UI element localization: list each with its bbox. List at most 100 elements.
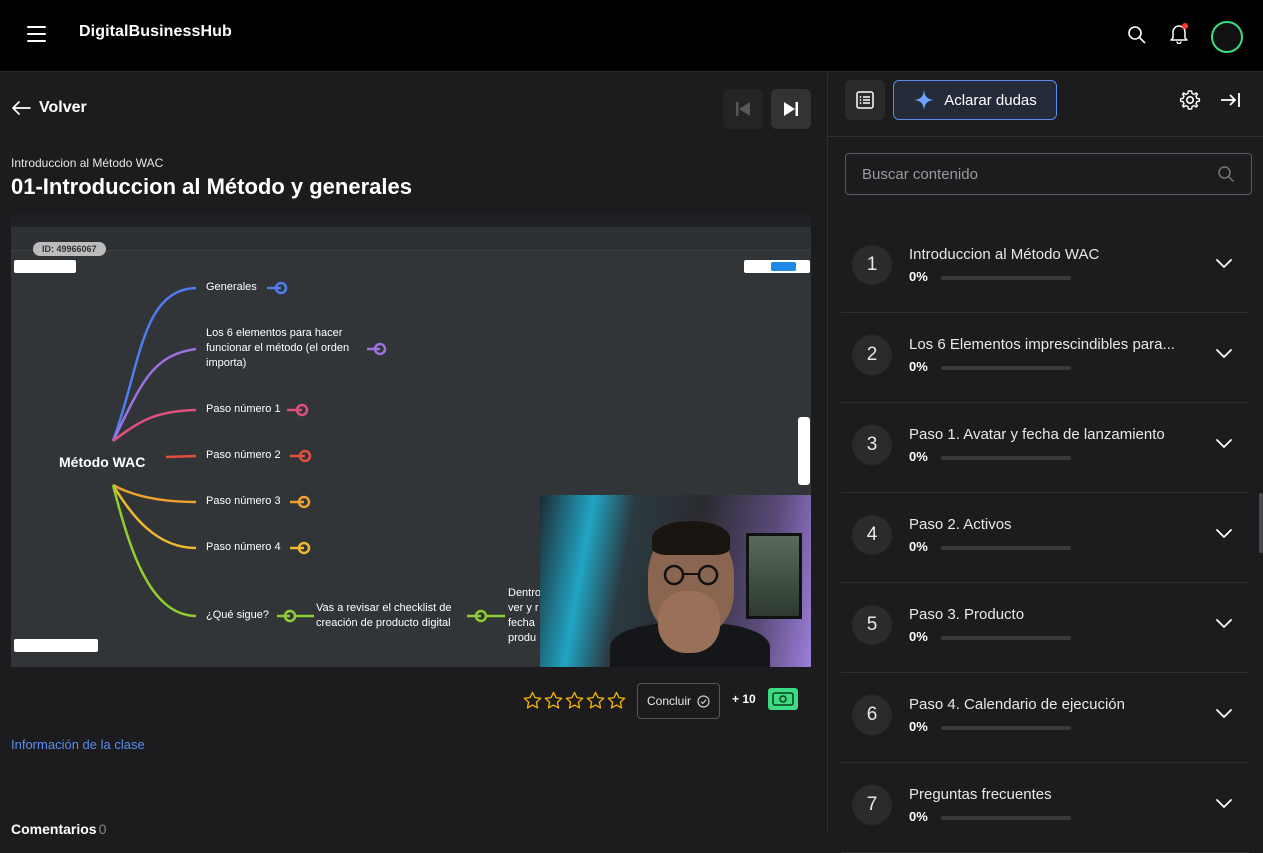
video-player[interactable]: ID: 49966067 Método WAC Generales Los 6 … [11,215,811,667]
chevron-down-icon[interactable] [1214,707,1234,721]
module-title: Paso 1. Avatar y fecha de lanzamiento [909,426,1165,443]
module-progress-label: 0% [909,269,928,284]
mindmap-node: ¿Qué sigue? [206,609,269,621]
comments-count: 0 [98,821,107,837]
module-progress-bar [941,636,1071,640]
mindmap-grandchild-node: Dentro ver y r fecha produ [508,587,540,644]
module-item[interactable]: 7 Preguntas frecuentes 0% [841,763,1249,853]
next-lesson-button[interactable] [771,89,811,129]
comments-heading: Comentarios 0 [11,821,106,837]
star-icon[interactable] [586,691,605,710]
ticket-icon [768,688,798,710]
star-icon[interactable] [565,691,584,710]
mindmap-node: Paso número 4 [206,541,281,553]
course-sidebar: Aclarar dudas 1 Introduccion al Método WA… [827,73,1263,853]
chevron-down-icon[interactable] [1214,617,1234,631]
module-item[interactable]: 2 Los 6 Elementos imprescindibles para...… [841,313,1249,403]
module-progress-label: 0% [909,629,928,644]
module-title: Paso 4. Calendario de ejecución [909,696,1125,713]
content-search[interactable] [845,153,1252,195]
back-button[interactable]: Volver [11,99,87,117]
ask-doubts-label: Aclarar dudas [944,91,1037,109]
back-label: Volver [39,99,87,116]
bell-icon[interactable] [1168,22,1190,45]
star-icon[interactable] [523,691,542,710]
module-progress-label: 0% [909,809,928,824]
star-icon[interactable] [544,691,563,710]
module-number: 2 [852,335,892,375]
module-number: 3 [852,425,892,465]
chevron-down-icon[interactable] [1214,797,1234,811]
mindmap-node: Generales [206,281,257,293]
rating-stars[interactable] [523,691,626,710]
comments-label: Comentarios [11,821,97,837]
notification-dot [1182,23,1188,29]
module-title: Los 6 Elementos imprescindibles para... [909,336,1175,353]
module-progress-label: 0% [909,719,928,734]
module-title: Preguntas frecuentes [909,786,1052,803]
module-progress-bar [941,546,1071,550]
module-item[interactable]: 3 Paso 1. Avatar y fecha de lanzamiento 0% [841,403,1249,493]
chevron-down-icon[interactable] [1214,257,1234,271]
lesson-title: 01-Introduccion al Método y generales [11,174,412,199]
module-title: Paso 3. Producto [909,606,1025,623]
module-number: 6 [852,695,892,735]
sparkle-icon [914,90,935,110]
star-icon[interactable] [607,691,626,710]
check-circle-icon [697,694,710,708]
module-title: Introduccion al Método WAC [909,246,1100,263]
class-info-link[interactable]: Información de la clase [11,737,145,752]
content-search-input[interactable] [862,165,1192,183]
module-progress-bar [941,816,1071,820]
sidebar-scrollbar[interactable] [1258,137,1263,833]
list-icon [856,91,874,109]
previous-lesson-button[interactable] [723,89,763,129]
module-item[interactable]: 4 Paso 2. Activos 0% [841,493,1249,583]
user-avatar[interactable] [1211,21,1243,53]
mindmap-node: Los 6 elementos para hacer funcionar el … [206,327,350,369]
module-item[interactable]: 6 Paso 4. Calendario de ejecución 0% [841,673,1249,763]
mindmap-node: Paso número 3 [206,495,281,507]
chevron-down-icon[interactable] [1214,347,1234,361]
skip-next-icon [784,102,798,116]
sidebar-scroll-thumb[interactable] [1259,493,1263,553]
module-number: 7 [852,785,892,825]
module-progress-bar [941,456,1071,460]
module-breadcrumb: Introduccion al Método WAC [11,156,164,170]
mindmap-root-node: Método WAC [59,454,146,470]
menu-icon[interactable] [27,26,46,42]
mindmap-child-node: Vas a revisar el checklist de creación d… [316,602,452,629]
top-bar: DigitalBusinessHub [0,0,1263,72]
sidebar-header: Aclarar dudas [828,73,1263,137]
module-item[interactable]: 5 Paso 3. Producto 0% [841,583,1249,673]
brand-name[interactable]: DigitalBusinessHub [79,23,232,41]
module-progress-label: 0% [909,539,928,554]
mindmap-node: Paso número 2 [206,449,281,461]
conclude-button[interactable]: Concluir [637,683,720,719]
presenter-webcam [540,495,811,667]
conclude-label: Concluir [646,694,691,708]
module-list: 1 Introduccion al Método WAC 0% 2 Los 6 Elem… [841,223,1249,853]
module-progress-bar [941,366,1071,370]
points-reward: + 10 [732,692,756,706]
module-progress-bar [941,276,1071,280]
lesson-area: Volver Introduccion al Método WAC 01-Int… [0,73,827,837]
content-list-button[interactable] [845,80,885,120]
chevron-down-icon[interactable] [1214,437,1234,451]
module-number: 4 [852,515,892,555]
chevron-down-icon[interactable] [1214,527,1234,541]
search-icon [1218,166,1235,183]
arrow-left-icon [12,101,31,115]
ask-doubts-button[interactable]: Aclarar dudas [893,80,1057,120]
module-number: 1 [852,245,892,285]
module-item[interactable]: 1 Introduccion al Método WAC 0% [841,223,1249,313]
skip-previous-icon [736,102,750,116]
module-title: Paso 2. Activos [909,516,1012,533]
mindmap-node: Paso número 1 [206,403,281,415]
module-progress-label: 0% [909,449,928,464]
module-progress-bar [941,726,1071,730]
collapse-sidebar-icon[interactable] [1219,90,1241,110]
gear-icon[interactable] [1179,89,1201,111]
module-number: 5 [852,605,892,645]
search-icon[interactable] [1127,25,1147,45]
